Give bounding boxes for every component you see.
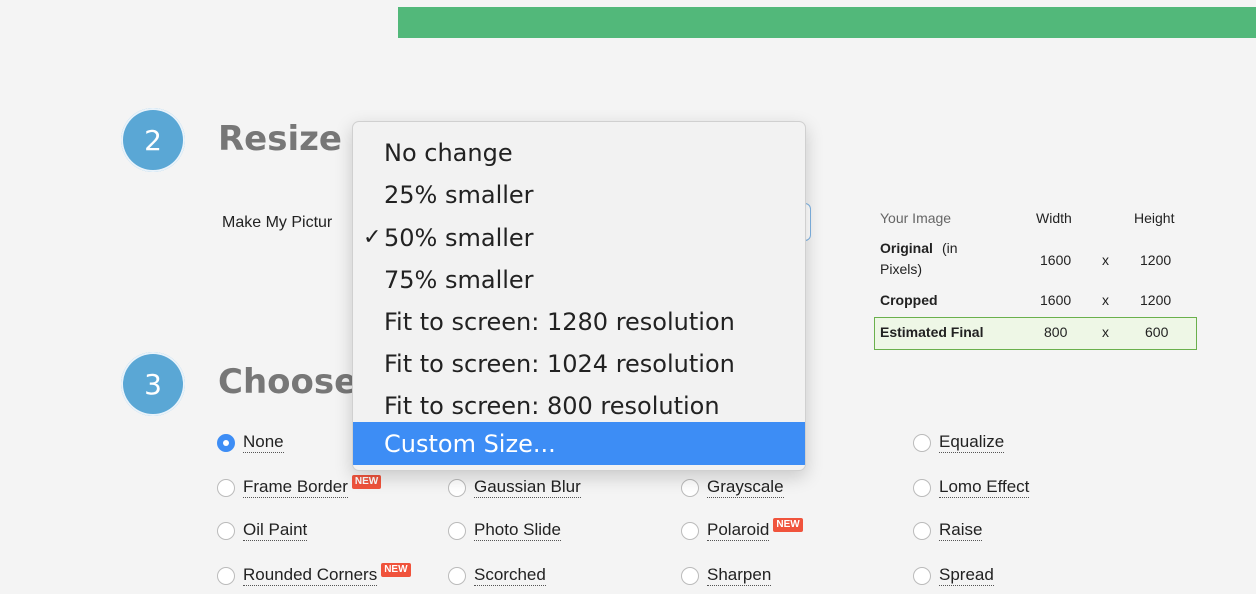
radio-grayscale[interactable]: [681, 478, 699, 497]
effect-label-none[interactable]: None: [243, 432, 284, 453]
effect-option-scorched[interactable]: Scorched: [448, 565, 546, 586]
effect-label-sharpen[interactable]: Sharpen: [707, 565, 772, 586]
row-original-sep: x: [1102, 252, 1109, 268]
radio-gaussian-blur[interactable]: [448, 478, 466, 497]
effect-label-frame-border[interactable]: Frame Border: [243, 477, 348, 498]
menu-item-label: Fit to screen: 800 resolution: [384, 391, 720, 420]
radio-frame-border[interactable]: [217, 478, 235, 497]
effect-label-oil-paint[interactable]: Oil Paint: [243, 520, 308, 541]
effect-option-raise[interactable]: Raise: [913, 520, 983, 541]
new-badge: NEW: [351, 474, 382, 489]
menu-item-no-change[interactable]: No change: [353, 132, 805, 173]
effect-label-scorched[interactable]: Scorched: [474, 565, 546, 586]
radio-photo-slide[interactable]: [448, 521, 466, 540]
menu-item-75-smaller[interactable]: 75% smaller: [353, 259, 805, 300]
step-3-badge: 3: [121, 352, 185, 416]
menu-item-label: 25% smaller: [384, 180, 534, 209]
menu-item-fit-800[interactable]: Fit to screen: 800 resolution: [353, 385, 805, 426]
effect-label-spread[interactable]: Spread: [939, 565, 994, 586]
radio-lomo-effect[interactable]: [913, 478, 931, 497]
top-progress-bar: [398, 7, 1256, 38]
menu-item-25-smaller[interactable]: 25% smaller: [353, 174, 805, 215]
effect-option-none[interactable]: None: [217, 432, 284, 453]
effect-label-rounded-corners[interactable]: Rounded Corners: [243, 565, 378, 586]
menu-item-label: Fit to screen: 1280 resolution: [384, 307, 735, 336]
menu-item-label: 50% smaller: [384, 223, 534, 252]
row-cropped-label: Cropped: [880, 292, 938, 308]
effect-option-sharpen[interactable]: Sharpen: [681, 565, 772, 586]
row-final-height: 600: [1145, 324, 1169, 340]
row-final-sep: x: [1102, 324, 1109, 340]
row-original-label-rest: (in: [942, 240, 958, 256]
effect-option-oil-paint[interactable]: Oil Paint: [217, 520, 308, 541]
make-my-picture-label: Make My Pictur: [222, 214, 333, 231]
row-original-label: Original: [880, 240, 933, 256]
row-final-width: 800: [1044, 324, 1068, 340]
effect-option-gaussian-blur[interactable]: Gaussian Blur: [448, 477, 581, 498]
row-cropped-sep: x: [1102, 292, 1109, 308]
step-2-badge: 2: [121, 108, 185, 172]
effect-option-equalize[interactable]: Equalize: [913, 432, 1005, 453]
new-badge: NEW: [773, 517, 803, 532]
menu-item-50-smaller[interactable]: ✓ 50% smaller: [353, 217, 805, 258]
menu-item-label: Custom Size...: [384, 429, 556, 458]
effect-label-equalize[interactable]: Equalize: [939, 432, 1005, 453]
resize-dropdown-menu[interactable]: No change 25% smaller ✓ 50% smaller 75% …: [352, 121, 806, 471]
effect-option-rounded-corners[interactable]: Rounded Corners NEW: [217, 562, 411, 586]
effect-label-lomo-effect[interactable]: Lomo Effect: [939, 477, 1030, 498]
choose-section-title: Choose: [218, 362, 353, 402]
header-your-image: Your Image: [880, 210, 952, 226]
radio-oil-paint[interactable]: [217, 521, 235, 540]
effect-label-gaussian-blur[interactable]: Gaussian Blur: [474, 477, 581, 498]
row-original-width: 1600: [1040, 252, 1072, 268]
effect-label-photo-slide[interactable]: Photo Slide: [474, 520, 561, 541]
menu-item-fit-1280[interactable]: Fit to screen: 1280 resolution: [353, 301, 805, 342]
radio-spread[interactable]: [913, 566, 931, 585]
effect-option-grayscale[interactable]: Grayscale: [681, 477, 784, 498]
row-cropped-width: 1600: [1040, 292, 1072, 308]
row-final-label: Estimated Final: [880, 324, 984, 340]
resize-section-title: Resize Y: [218, 119, 353, 159]
effect-option-polaroid[interactable]: Polaroid NEW: [681, 517, 803, 541]
effect-label-raise[interactable]: Raise: [939, 520, 983, 541]
radio-raise[interactable]: [913, 521, 931, 540]
row-original-height: 1200: [1140, 252, 1172, 268]
menu-item-fit-1024[interactable]: Fit to screen: 1024 resolution: [353, 343, 805, 384]
new-badge: NEW: [381, 562, 411, 577]
checkmark-icon: ✓: [363, 225, 382, 250]
radio-none[interactable]: [217, 433, 235, 452]
radio-equalize[interactable]: [913, 433, 931, 452]
header-width: Width: [1036, 210, 1072, 226]
header-height: Height: [1134, 210, 1175, 226]
row-cropped-height: 1200: [1140, 292, 1172, 308]
effect-label-polaroid[interactable]: Polaroid: [707, 520, 770, 541]
radio-rounded-corners[interactable]: [217, 566, 235, 585]
effect-label-grayscale[interactable]: Grayscale: [707, 477, 784, 498]
effect-option-photo-slide[interactable]: Photo Slide: [448, 520, 561, 541]
radio-sharpen[interactable]: [681, 566, 699, 585]
effect-option-lomo-effect[interactable]: Lomo Effect: [913, 477, 1030, 498]
effect-option-spread[interactable]: Spread: [913, 565, 994, 586]
radio-scorched[interactable]: [448, 566, 466, 585]
menu-item-custom-size[interactable]: Custom Size...: [353, 422, 805, 465]
menu-item-label: Fit to screen: 1024 resolution: [384, 349, 735, 378]
effect-option-frame-border[interactable]: Frame Border NEW: [217, 474, 382, 498]
menu-item-label: 75% smaller: [384, 265, 534, 294]
radio-polaroid[interactable]: [681, 521, 699, 540]
menu-item-label: No change: [384, 138, 513, 167]
row-original-label-line2: Pixels): [880, 261, 923, 277]
